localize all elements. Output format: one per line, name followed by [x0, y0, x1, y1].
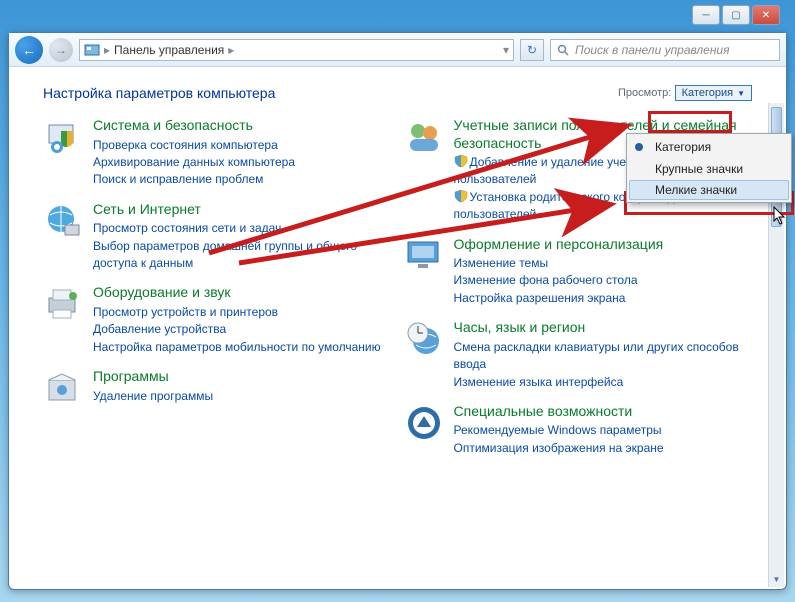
category-link[interactable]: Просмотр состояния сети и задач: [93, 220, 392, 237]
monitor-icon: [404, 236, 444, 276]
page-title: Настройка параметров компьютера: [43, 85, 275, 101]
category-link[interactable]: Настройка параметров мобильности по умол…: [93, 339, 392, 356]
category-title[interactable]: Программы: [93, 368, 392, 386]
category-link[interactable]: Проверка состояния компьютера: [93, 137, 392, 154]
category-title[interactable]: Часы, язык и регион: [454, 319, 753, 337]
category-ease-of-access: Специальные возможности Рекомендуемые Wi…: [404, 403, 753, 457]
category-link[interactable]: Настройка разрешения экрана: [454, 290, 753, 307]
box-icon: [43, 368, 83, 408]
category-link[interactable]: Изменение темы: [454, 255, 753, 272]
category-title[interactable]: Система и безопасность: [93, 117, 392, 135]
view-selector: Просмотр: Категория ▼: [618, 85, 752, 101]
maximize-button[interactable]: ▢: [722, 5, 750, 25]
nav-bar: ← → ▸ Панель управления ▸ ▾ ↻ Поиск в па…: [9, 33, 786, 67]
people-icon: [404, 117, 444, 157]
category-clock-region: Часы, язык и регион Смена раскладки клав…: [404, 319, 753, 391]
menu-item-label: Мелкие значки: [655, 183, 737, 197]
menu-item-large-icons[interactable]: Крупные значки: [629, 158, 789, 180]
printer-icon: [43, 284, 83, 324]
breadcrumb-label[interactable]: Панель управления: [114, 43, 224, 57]
category-programs: Программы Удаление программы: [43, 368, 392, 408]
menu-item-category[interactable]: Категория: [629, 136, 789, 158]
back-button[interactable]: ←: [15, 36, 43, 64]
category-title[interactable]: Специальные возможности: [454, 403, 753, 421]
refresh-button[interactable]: ↻: [520, 39, 544, 61]
category-link[interactable]: Добавление устройства: [93, 321, 392, 338]
address-bar[interactable]: ▸ Панель управления ▸ ▾: [79, 39, 514, 61]
menu-item-small-icons[interactable]: Мелкие значки: [629, 180, 789, 200]
menu-item-label: Крупные значки: [655, 162, 743, 176]
category-link[interactable]: Смена раскладки клавиатуры или других сп…: [454, 339, 753, 374]
category-link[interactable]: Оптимизация изображения на экране: [454, 440, 753, 457]
search-input[interactable]: Поиск в панели управления: [550, 39, 780, 61]
search-icon: [557, 44, 569, 56]
view-label: Просмотр:: [618, 87, 671, 99]
close-button[interactable]: ✕: [752, 5, 780, 25]
category-link[interactable]: Архивирование данных компьютера: [93, 154, 392, 171]
ease-icon: [404, 403, 444, 443]
scroll-down-button[interactable]: ▼: [769, 571, 784, 587]
category-appearance: Оформление и персонализация Изменение те…: [404, 236, 753, 308]
forward-button[interactable]: →: [49, 38, 73, 62]
category-link[interactable]: Просмотр устройств и принтеров: [93, 304, 392, 321]
selected-bullet-icon: [635, 143, 643, 151]
category-link[interactable]: Удаление программы: [93, 388, 392, 405]
category-title[interactable]: Оборудование и звук: [93, 284, 392, 302]
category-system-security: Система и безопасность Проверка состояни…: [43, 117, 392, 189]
category-hardware: Оборудование и звук Просмотр устройств и…: [43, 284, 392, 356]
globe-net-icon: [43, 201, 83, 241]
chevron-down-icon: ▼: [737, 89, 745, 98]
category-link[interactable]: Поиск и исправление проблем: [93, 171, 392, 188]
titlebar-buttons: ─ ▢ ✕: [692, 5, 780, 25]
search-placeholder: Поиск в панели управления: [575, 43, 730, 57]
view-value: Категория: [682, 87, 733, 99]
breadcrumb-sep-after: ▸: [228, 43, 234, 57]
minimize-button[interactable]: ─: [692, 5, 720, 25]
uac-shield-icon: [454, 189, 468, 203]
category-title[interactable]: Оформление и персонализация: [454, 236, 753, 254]
view-dropdown[interactable]: Категория ▼: [675, 85, 752, 101]
category-link[interactable]: Изменение фона рабочего стола: [454, 272, 753, 289]
clock-globe-icon: [404, 319, 444, 359]
category-link[interactable]: Выбор параметров домашней группы и общег…: [93, 238, 392, 273]
control-panel-window: ─ ▢ ✕ ← → ▸ Панель управления ▸ ▾ ↻ Поис…: [8, 32, 787, 590]
category-link[interactable]: Рекомендуемые Windows параметры: [454, 422, 753, 439]
control-panel-icon: [84, 42, 100, 58]
view-dropdown-menu: Категория Крупные значки Мелкие значки: [626, 133, 792, 203]
category-link[interactable]: Изменение языка интерфейса: [454, 374, 753, 391]
shield-monitor-icon: [43, 117, 83, 157]
breadcrumb-sep: ▸: [104, 43, 110, 57]
category-network: Сеть и Интернет Просмотр состояния сети …: [43, 201, 392, 273]
menu-item-label: Категория: [655, 140, 711, 154]
category-title[interactable]: Сеть и Интернет: [93, 201, 392, 219]
uac-shield-icon: [454, 154, 468, 168]
